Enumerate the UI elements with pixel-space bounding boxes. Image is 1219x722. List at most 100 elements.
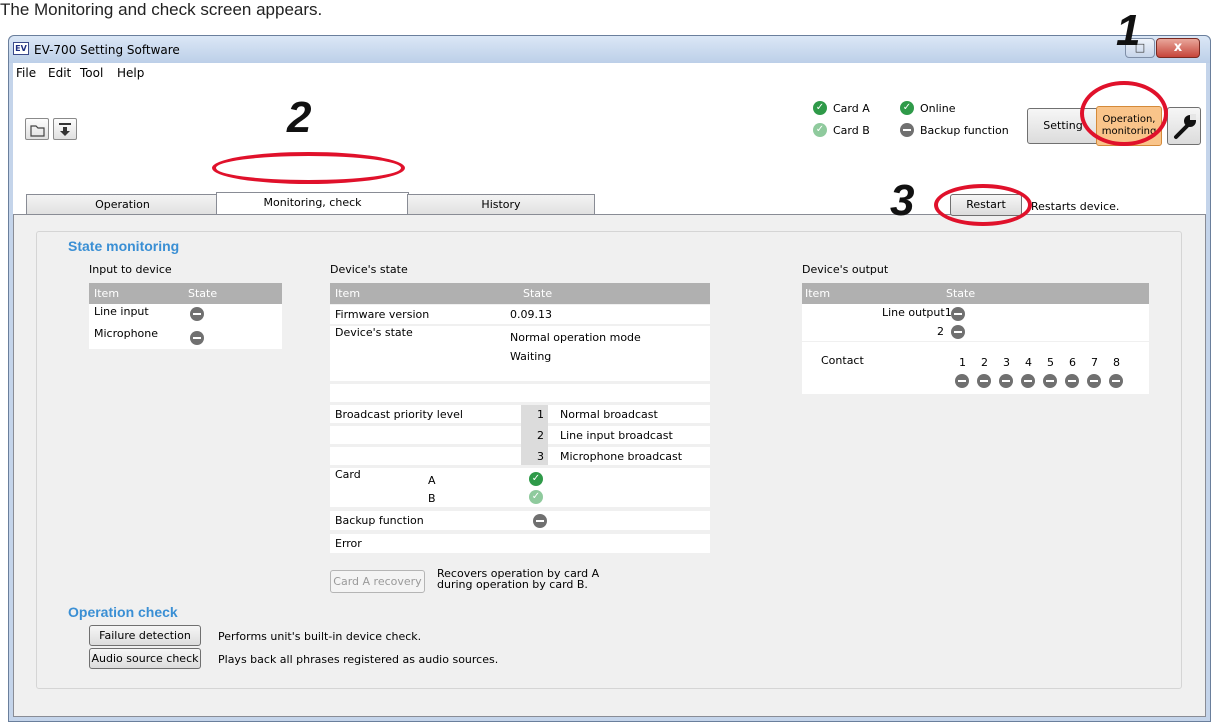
line-output-1-state-icon: [951, 307, 965, 321]
caption-text: The Monitoring and check screen appears.: [0, 0, 323, 19]
step-number-2: 2: [287, 93, 312, 142]
input-table-header: Item State: [89, 283, 282, 304]
menu-edit[interactable]: Edit: [48, 66, 71, 80]
tab-operation[interactable]: Operation: [26, 194, 219, 215]
contact-state-icon: [1065, 374, 1079, 388]
input-table-body: Line input Microphone: [89, 304, 282, 349]
contact-number: 6: [1069, 356, 1076, 369]
status-card-a: ✓ Card A: [813, 101, 870, 115]
input-heading: Input to device: [89, 263, 172, 276]
restart-button[interactable]: Restart: [950, 194, 1022, 216]
line-output-1-label: Line output1: [882, 306, 952, 319]
contact-state-icon: [977, 374, 991, 388]
audio-source-check-description: Plays back all phrases registered as aud…: [218, 653, 499, 666]
firmware-value: 0.09.13: [510, 308, 552, 321]
contact-number: 4: [1025, 356, 1032, 369]
download-icon: [59, 123, 71, 136]
open-folder-button[interactable]: [25, 118, 49, 140]
tab-monitoring-check[interactable]: Monitoring, check: [216, 192, 409, 216]
firmware-row: Firmware version 0.09.13: [330, 305, 710, 324]
device-col-state: State: [523, 287, 553, 300]
contact-label: Contact: [821, 354, 864, 367]
failure-detection-description: Performs unit's built-in device check.: [218, 630, 422, 643]
contact-state-icon: [999, 374, 1013, 388]
tab-history[interactable]: History: [407, 194, 595, 215]
recovery-description: Recovers operation by card A during oper…: [437, 568, 599, 590]
maintenance-button[interactable]: [1167, 107, 1201, 145]
device-state-waiting: Waiting: [510, 350, 552, 363]
device-state-label: Device's state: [335, 326, 413, 339]
device-state-mode: Normal operation mode: [510, 331, 641, 344]
priority-num-1: 1: [537, 408, 544, 421]
failure-detection-button[interactable]: Failure detection: [89, 625, 201, 646]
microphone-state-icon: [190, 331, 204, 345]
close-button[interactable]: x: [1156, 38, 1200, 58]
priority-name-3: Microphone broadcast: [560, 450, 683, 463]
contact-state-icon: [1109, 374, 1123, 388]
check-icon: ✓: [900, 101, 914, 115]
card-label: Card: [335, 468, 361, 481]
contact-number: 7: [1091, 356, 1098, 369]
status-backup-label: Backup function: [920, 123, 1009, 137]
status-card-b-label: Card B: [833, 123, 870, 137]
setting-mode-button[interactable]: Setting: [1027, 108, 1099, 144]
status-card-a-label: Card A: [833, 101, 870, 115]
error-row: Error: [330, 534, 710, 553]
device-state-row: Device's state Normal operation mode Wai…: [330, 326, 710, 381]
window-title: EV-700 Setting Software: [34, 43, 180, 57]
menu-file[interactable]: File: [16, 66, 36, 80]
card-row: Card A B ✓ ✓: [330, 468, 710, 507]
menu-help[interactable]: Help: [117, 66, 144, 80]
input-line-label: Line input: [94, 305, 149, 318]
contact-number: 3: [1003, 356, 1010, 369]
error-label: Error: [335, 537, 362, 550]
blank-row: [330, 384, 710, 402]
output-table-header: Item State: [802, 283, 1149, 304]
check-icon: ✓: [813, 101, 827, 115]
line-input-state-icon: [190, 307, 204, 321]
line-output-rows: Line output1 2: [802, 304, 1149, 341]
device-state-table-header: Item State: [330, 283, 710, 304]
card-a-recovery-button[interactable]: Card A recovery: [330, 570, 425, 593]
input-col-item: Item: [94, 287, 120, 300]
status-online: ✓ Online: [900, 101, 955, 115]
app-logo-icon: EV: [13, 42, 29, 55]
output-col-state: State: [946, 287, 976, 300]
title-bar[interactable]: EV EV-700 Setting Software □ x: [9, 36, 1210, 63]
card-a-label: A: [428, 474, 436, 487]
device-col-item: Item: [335, 287, 361, 300]
card-a-check-icon: ✓: [529, 472, 543, 486]
firmware-label: Firmware version: [335, 308, 430, 321]
line-output-2-state-icon: [951, 325, 965, 339]
backup-state-icon: [533, 514, 547, 528]
priority-num-2: 2: [537, 429, 544, 442]
operation-monitoring-button[interactable]: Operation, monitoring: [1096, 106, 1162, 146]
backup-row: Backup function: [330, 511, 710, 530]
output-heading: Device's output: [802, 263, 889, 276]
recovery-line-2: during operation by card B.: [437, 578, 588, 591]
contact-state-icon: [1043, 374, 1057, 388]
backup-label: Backup function: [335, 514, 424, 527]
status-card-b: ✓ Card B: [813, 123, 870, 137]
card-b-label: B: [428, 492, 436, 505]
contact-state-icon: [1087, 374, 1101, 388]
restart-description: Restarts device.: [1031, 200, 1120, 213]
contact-state-icon: [1021, 374, 1035, 388]
input-col-state: State: [188, 287, 218, 300]
inactive-icon: [900, 123, 914, 137]
card-b-check-icon: ✓: [529, 490, 543, 504]
audio-source-check-button[interactable]: Audio source check: [89, 648, 201, 669]
step-number-3: 3: [890, 176, 915, 225]
check-icon: ✓: [813, 123, 827, 137]
download-button[interactable]: [53, 118, 77, 140]
menu-tool[interactable]: Tool: [80, 66, 103, 80]
state-monitoring-heading: State monitoring: [68, 238, 180, 254]
input-mic-label: Microphone: [94, 327, 159, 340]
priority-num-3: 3: [537, 450, 544, 463]
contact-number: 1: [959, 356, 966, 369]
contact-state-icon: [955, 374, 969, 388]
device-state-heading: Device's state: [330, 263, 408, 276]
line-output-2-label: 2: [937, 325, 944, 338]
output-col-item: Item: [805, 287, 831, 300]
contact-number: 5: [1047, 356, 1054, 369]
